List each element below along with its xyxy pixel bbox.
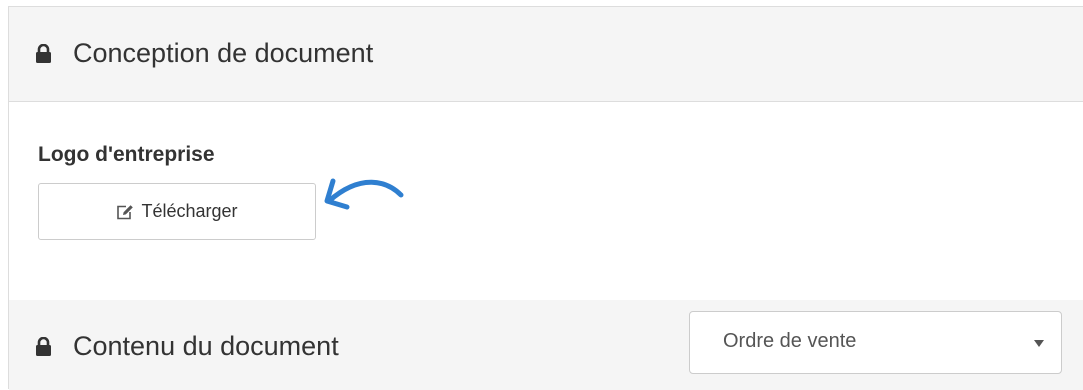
document-type-select-value: Ordre de vente	[723, 330, 857, 352]
curved-arrow-icon	[324, 178, 404, 210]
upload-button-label: Télécharger	[141, 201, 238, 221]
document-type-select[interactable]: Ordre de vente	[689, 311, 1062, 374]
lock-icon	[36, 337, 51, 356]
design-section-title: Conception de document	[73, 38, 374, 68]
content-section-title: Contenu du document	[73, 331, 339, 361]
design-section-header: Conception de document	[9, 7, 1083, 102]
lock-icon	[36, 44, 51, 63]
content-section-header: Contenu du document Ordre de vente	[9, 300, 1083, 390]
upload-button[interactable]: Télécharger	[38, 183, 316, 240]
edit-icon	[117, 204, 134, 219]
settings-panel: Conception de document Logo d'entreprise…	[8, 6, 1083, 390]
chevron-down-icon	[1034, 340, 1044, 347]
company-logo-label: Logo d'entreprise	[38, 143, 215, 166]
